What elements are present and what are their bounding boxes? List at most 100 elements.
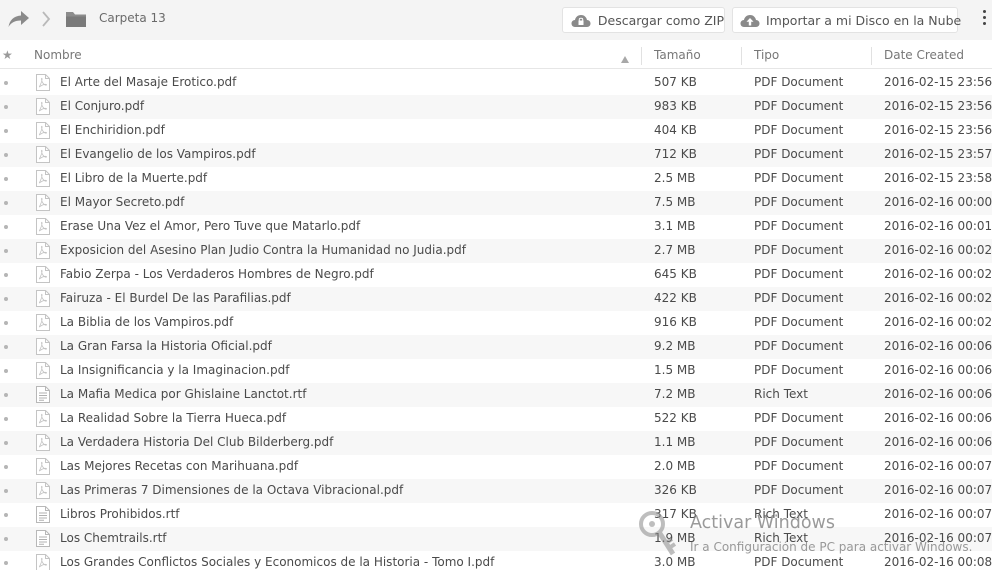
row-select-dot[interactable]: [4, 129, 8, 133]
file-type: PDF Document: [754, 171, 844, 185]
file-name[interactable]: Erase Una Vez el Amor, Pero Tuve que Mat…: [60, 219, 360, 233]
file-name[interactable]: Fairuza - El Burdel De las Parafilias.pd…: [60, 291, 291, 305]
row-select-dot[interactable]: [4, 273, 8, 277]
file-name[interactable]: La Realidad Sobre la Tierra Hueca.pdf: [60, 411, 286, 425]
row-select-dot[interactable]: [4, 465, 8, 469]
file-row[interactable]: El Evangelio de los Vampiros.pdf 712 KB PD…: [0, 143, 992, 167]
pdf-file-icon: [36, 362, 50, 379]
file-row[interactable]: La Mafia Medica por Ghislaine Lanctot.rt…: [0, 383, 992, 407]
file-row[interactable]: Exposicion del Asesino Plan Judio Contra…: [0, 239, 992, 263]
column-divider[interactable]: [871, 47, 872, 65]
column-header: ★ Nombre Tamaño Tipo Date Created: [0, 44, 992, 69]
row-select-dot[interactable]: [4, 225, 8, 229]
pdf-file-icon: [36, 242, 50, 259]
file-name[interactable]: El Arte del Masaje Erotico.pdf: [60, 75, 236, 89]
pdf-file-icon: [36, 122, 50, 139]
file-row[interactable]: La Insignificancia y la Imaginacion.pdf 1…: [0, 359, 992, 383]
file-row[interactable]: El Conjuro.pdf 983 KB PDF Document 2016-02-…: [0, 95, 992, 119]
file-row[interactable]: Las Primeras 7 Dimensiones de la Octava …: [0, 479, 992, 503]
sort-ascending-icon[interactable]: [621, 52, 629, 63]
file-name[interactable]: Los Grandes Conflictos Sociales y Econom…: [60, 555, 494, 569]
file-name[interactable]: Los Chemtrails.rtf: [60, 531, 167, 545]
file-size: 404 KB: [654, 123, 697, 137]
row-select-dot[interactable]: [4, 537, 8, 541]
file-date-created: 2016-02-16 00:07: [884, 507, 992, 521]
file-name[interactable]: Libros Prohibidos.rtf: [60, 507, 180, 521]
star-icon[interactable]: ★: [2, 48, 14, 62]
text-file-icon: [36, 530, 50, 547]
file-row[interactable]: Erase Una Vez el Amor, Pero Tuve que Mat…: [0, 215, 992, 239]
file-name[interactable]: El Conjuro.pdf: [60, 99, 144, 113]
row-select-dot[interactable]: [4, 561, 8, 565]
file-row[interactable]: El Libro de la Muerte.pdf 2.5 MB PDF Docum…: [0, 167, 992, 191]
column-date-created[interactable]: Date Created: [884, 48, 964, 62]
lock-cloud-icon: [570, 12, 592, 28]
file-row[interactable]: La Verdadera Historia Del Club Bilderber…: [0, 431, 992, 455]
pdf-file-icon: [36, 338, 50, 355]
breadcrumb-folder[interactable]: Carpeta 13: [99, 11, 166, 25]
column-divider[interactable]: [741, 47, 742, 65]
column-name[interactable]: Nombre: [34, 48, 82, 62]
file-date-created: 2016-02-16 00:07: [884, 459, 992, 473]
file-name[interactable]: Exposicion del Asesino Plan Judio Contra…: [60, 243, 466, 257]
row-select-dot[interactable]: [4, 393, 8, 397]
row-select-dot[interactable]: [4, 489, 8, 493]
import-to-cloud-button[interactable]: Importar a mi Disco en la Nube: [732, 7, 961, 33]
row-select-dot[interactable]: [4, 105, 8, 109]
file-size: 317 KB: [654, 507, 697, 521]
file-row[interactable]: Fairuza - El Burdel De las Parafilias.pd…: [0, 287, 992, 311]
file-name[interactable]: La Biblia de los Vampiros.pdf: [60, 315, 233, 329]
file-row[interactable]: La Biblia de los Vampiros.pdf 916 KB PDF D…: [0, 311, 992, 335]
file-name[interactable]: El Evangelio de los Vampiros.pdf: [60, 147, 256, 161]
text-file-icon: [36, 386, 50, 403]
row-select-dot[interactable]: [4, 513, 8, 517]
file-type: PDF Document: [754, 147, 844, 161]
row-select-dot[interactable]: [4, 201, 8, 205]
file-row[interactable]: La Gran Farsa la Historia Oficial.pdf 9.2…: [0, 335, 992, 359]
column-type[interactable]: Tipo: [754, 48, 779, 62]
file-row[interactable]: El Mayor Secreto.pdf 7.5 MB PDF Document 20…: [0, 191, 992, 215]
file-name[interactable]: La Gran Farsa la Historia Oficial.pdf: [60, 339, 272, 353]
file-date-created: 2016-02-16 00:07: [884, 483, 992, 497]
column-divider[interactable]: [641, 47, 642, 65]
file-date-created: 2016-02-16 00:02: [884, 267, 992, 281]
file-row[interactable]: Los Grandes Conflictos Sociales y Econom…: [0, 551, 992, 570]
file-name[interactable]: El Mayor Secreto.pdf: [60, 195, 184, 209]
row-select-dot[interactable]: [4, 321, 8, 325]
more-options-icon[interactable]: [980, 10, 990, 30]
row-select-dot[interactable]: [4, 441, 8, 445]
file-type: PDF Document: [754, 267, 844, 281]
row-select-dot[interactable]: [4, 417, 8, 421]
row-select-dot[interactable]: [4, 81, 8, 85]
file-name[interactable]: La Insignificancia y la Imaginacion.pdf: [60, 363, 289, 377]
file-name[interactable]: El Enchiridion.pdf: [60, 123, 165, 137]
file-row[interactable]: La Realidad Sobre la Tierra Hueca.pdf 522…: [0, 407, 992, 431]
file-type: Rich Text: [754, 531, 808, 545]
download-zip-button[interactable]: Descargar como ZIP: [562, 7, 725, 33]
top-toolbar: Carpeta 13 Descargar como ZIP Importar a…: [0, 0, 992, 40]
file-row[interactable]: El Arte del Masaje Erotico.pdf 507 KB PDF …: [0, 71, 992, 95]
file-name[interactable]: Fabio Zerpa - Los Verdaderos Hombres de …: [60, 267, 374, 281]
row-select-dot[interactable]: [4, 249, 8, 253]
file-row[interactable]: Las Mejores Recetas con Marihuana.pdf 2.0…: [0, 455, 992, 479]
file-type: PDF Document: [754, 99, 844, 113]
share-arrow-icon[interactable]: [6, 8, 32, 30]
file-name[interactable]: Las Primeras 7 Dimensiones de la Octava …: [60, 483, 403, 497]
row-select-dot[interactable]: [4, 177, 8, 181]
column-size[interactable]: Tamaño: [654, 48, 701, 62]
file-name[interactable]: La Mafia Medica por Ghislaine Lanctot.rt…: [60, 387, 306, 401]
row-select-dot[interactable]: [4, 369, 8, 373]
file-row[interactable]: Fabio Zerpa - Los Verdaderos Hombres de …: [0, 263, 992, 287]
file-type: PDF Document: [754, 75, 844, 89]
row-select-dot[interactable]: [4, 153, 8, 157]
pdf-file-icon: [36, 314, 50, 331]
file-name[interactable]: La Verdadera Historia Del Club Bilderber…: [60, 435, 333, 449]
file-row[interactable]: El Enchiridion.pdf 404 KB PDF Document 2016…: [0, 119, 992, 143]
file-name[interactable]: Las Mejores Recetas con Marihuana.pdf: [60, 459, 298, 473]
file-row[interactable]: Libros Prohibidos.rtf 317 KB Rich Text 2016…: [0, 503, 992, 527]
file-name[interactable]: El Libro de la Muerte.pdf: [60, 171, 207, 185]
row-select-dot[interactable]: [4, 297, 8, 301]
file-date-created: 2016-02-16 00:06: [884, 411, 992, 425]
row-select-dot[interactable]: [4, 345, 8, 349]
file-row[interactable]: Los Chemtrails.rtf 1.9 MB Rich Text 2016-02…: [0, 527, 992, 551]
